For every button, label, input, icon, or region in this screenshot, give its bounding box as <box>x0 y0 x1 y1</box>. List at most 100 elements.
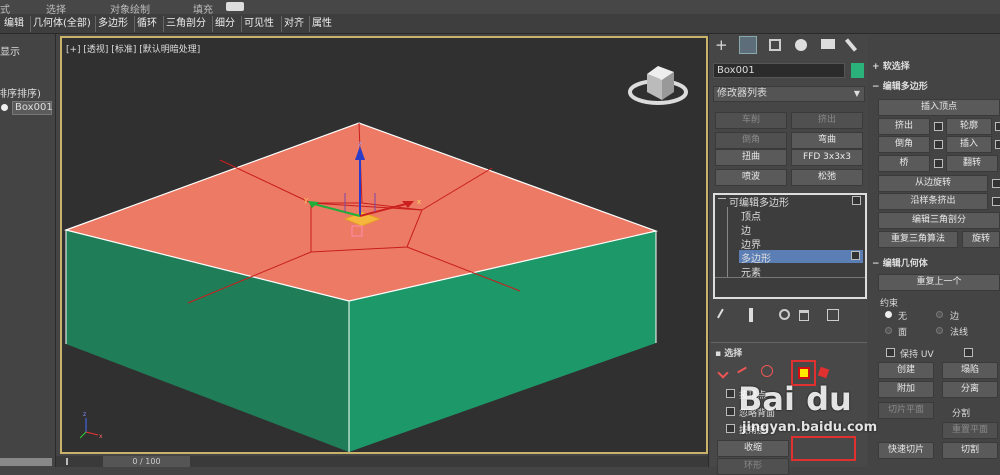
ribbon-tabs: 编辑 几何体(全部) 多边形 循环 三角剖分 细分 可见性 对齐 属性 <box>0 14 1000 34</box>
ripple-button[interactable]: 喷波 <box>715 169 787 186</box>
view-cube-icon[interactable] <box>628 66 688 105</box>
repeat-last-button[interactable]: 重复上一个 <box>878 274 1000 291</box>
constraint-face-radio[interactable] <box>885 327 892 334</box>
tab-align[interactable]: 对齐 <box>281 16 306 32</box>
reset-plane-button[interactable]: 重置平面 <box>942 422 998 439</box>
frame-counter[interactable]: 0 / 100 <box>103 456 190 467</box>
utilities-icon[interactable] <box>844 38 858 52</box>
quickslice-button[interactable]: 快速切片 <box>878 442 934 459</box>
edit-poly-rollout[interactable]: − 编辑多边形 <box>872 80 928 94</box>
tab-polygon[interactable]: 多边形 <box>95 16 130 32</box>
twist-button[interactable]: 扭曲 <box>715 149 787 166</box>
object-color-swatch[interactable] <box>851 63 864 78</box>
flip-button[interactable]: 翻转 <box>946 155 998 172</box>
tab-edit[interactable]: 编辑 <box>2 16 26 32</box>
edit-geometry-rollout[interactable]: − 编辑几何体 <box>872 257 928 271</box>
extrude-settings-icon[interactable] <box>934 122 943 131</box>
insert-vertex-button[interactable]: 插入顶点 <box>878 99 1000 116</box>
hinge-button[interactable]: 从边旋转 <box>878 175 988 192</box>
motion-icon[interactable] <box>795 39 807 51</box>
preserve-uv-settings-icon[interactable] <box>964 348 973 357</box>
polygon-mode-icon <box>798 367 810 379</box>
stack-item-vertex[interactable]: 顶点 <box>741 208 761 223</box>
bevel-settings-icon[interactable] <box>934 140 943 149</box>
retriangulate-button[interactable]: 重复三角算法 <box>878 231 958 248</box>
bevel-button[interactable]: 倒角 <box>715 132 787 149</box>
outline-button[interactable]: 轮廓 <box>946 118 992 135</box>
edit-triangulation-button[interactable]: 编辑三角剖分 <box>878 212 1000 229</box>
axis-tripod-icon: z x <box>79 411 103 440</box>
make-unique-icon[interactable] <box>779 309 790 320</box>
outline-settings-icon[interactable] <box>995 122 1000 131</box>
pin-stack-icon[interactable] <box>717 308 729 322</box>
bend-button[interactable]: 弯曲 <box>791 132 863 149</box>
show-end-result-icon[interactable] <box>749 308 753 322</box>
stack-item-polygon-selected[interactable]: 多边形 <box>739 250 863 265</box>
constraint-none-radio[interactable] <box>885 311 892 318</box>
hierarchy-icon[interactable] <box>769 39 781 51</box>
svg-text:z: z <box>83 411 86 418</box>
constraint-normal-radio[interactable] <box>936 327 943 334</box>
relax-button[interactable]: 松弛 <box>791 169 863 186</box>
shrink-button[interactable]: 收缩 <box>717 440 789 457</box>
tab-geometry[interactable]: 几何体(全部) <box>30 16 93 32</box>
bridge-settings-icon[interactable] <box>934 159 943 168</box>
create-button[interactable]: 创建 <box>878 362 934 379</box>
extrude-spline-button[interactable]: 沿样条挤出 <box>878 193 988 210</box>
sort-label[interactable]: 排序排序) <box>0 85 41 100</box>
modifier-stack[interactable]: 可编辑多边形 顶点 边 边界 多边形 元素 <box>713 193 867 299</box>
constraint-edge-radio[interactable] <box>936 311 943 318</box>
tab-properties[interactable]: 属性 <box>309 16 334 32</box>
grow-button-highlight[interactable] <box>791 436 856 461</box>
bridge-button[interactable]: 桥 <box>878 155 930 172</box>
inset-button[interactable]: 插入 <box>946 136 992 153</box>
turn-button[interactable]: 旋转 <box>962 231 1000 248</box>
hinge-settings-icon[interactable] <box>992 179 1000 188</box>
soft-selection-rollout[interactable]: + 软选择 <box>872 60 910 74</box>
perspective-viewport[interactable]: [+] [透视] [标准] [默认明暗处理] z y x z x <box>60 36 708 454</box>
border-mode-icon[interactable] <box>761 365 773 377</box>
ignore-back-checkbox[interactable] <box>726 407 735 416</box>
tab-triangulate[interactable]: 三角剖分 <box>163 16 208 32</box>
trash-icon[interactable] <box>799 310 809 321</box>
toggle-icon[interactable] <box>852 196 861 205</box>
display-label[interactable]: 显示 <box>0 43 20 58</box>
extrude-button[interactable]: 挤出 <box>878 118 930 135</box>
edge-mode-icon[interactable] <box>737 366 747 374</box>
stack-item-border[interactable]: 边界 <box>741 236 761 251</box>
stack-item-edge[interactable]: 边 <box>741 222 751 237</box>
tab-visibility[interactable]: 可见性 <box>241 16 276 32</box>
stack-root[interactable]: 可编辑多边形 <box>729 194 789 209</box>
detach-button[interactable]: 分离 <box>942 381 998 398</box>
extrude-button[interactable]: 挤出 <box>791 112 863 129</box>
object-name-input[interactable]: Box001 <box>713 63 845 78</box>
display-icon[interactable] <box>821 39 835 49</box>
extrude-spline-settings-icon[interactable] <box>992 197 1000 206</box>
collapse-button[interactable]: 塌陷 <box>942 362 998 379</box>
cut-button[interactable]: 切割 <box>942 442 998 459</box>
selection-rollout-title[interactable]: ▪ 选择 <box>715 347 742 361</box>
box-mesh[interactable]: z y x z x <box>62 38 706 452</box>
prev-frame-icon[interactable] <box>60 458 68 465</box>
tab-subdivide[interactable]: 细分 <box>212 16 237 32</box>
tab-loop[interactable]: 循环 <box>134 16 159 32</box>
dropdown-icon[interactable] <box>226 2 244 11</box>
by-angle-checkbox[interactable] <box>726 424 735 433</box>
visibility-icon[interactable] <box>1 104 8 111</box>
scrollbar[interactable] <box>0 458 52 466</box>
preserve-uv-checkbox[interactable] <box>886 348 895 357</box>
element-mode-icon[interactable] <box>817 366 830 379</box>
vertex-mode-icon[interactable] <box>717 367 729 379</box>
time-slider[interactable]: 0 / 100 <box>56 456 708 467</box>
object-item[interactable]: Box001 <box>12 101 53 115</box>
modify-icon[interactable] <box>739 36 757 54</box>
by-vertex-checkbox[interactable] <box>726 389 735 398</box>
configure-icon[interactable] <box>827 309 839 321</box>
bevel-button[interactable]: 倒角 <box>878 136 930 153</box>
split-label[interactable]: 分割 <box>952 406 970 419</box>
chamfer-button[interactable]: 车削 <box>715 112 787 129</box>
modifier-list-dropdown[interactable]: 修改器列表 ▼ <box>713 86 865 102</box>
inset-settings-icon[interactable] <box>995 140 1000 149</box>
create-icon[interactable]: + <box>715 38 729 53</box>
ffd-button[interactable]: FFD 3x3x3 <box>791 149 863 166</box>
